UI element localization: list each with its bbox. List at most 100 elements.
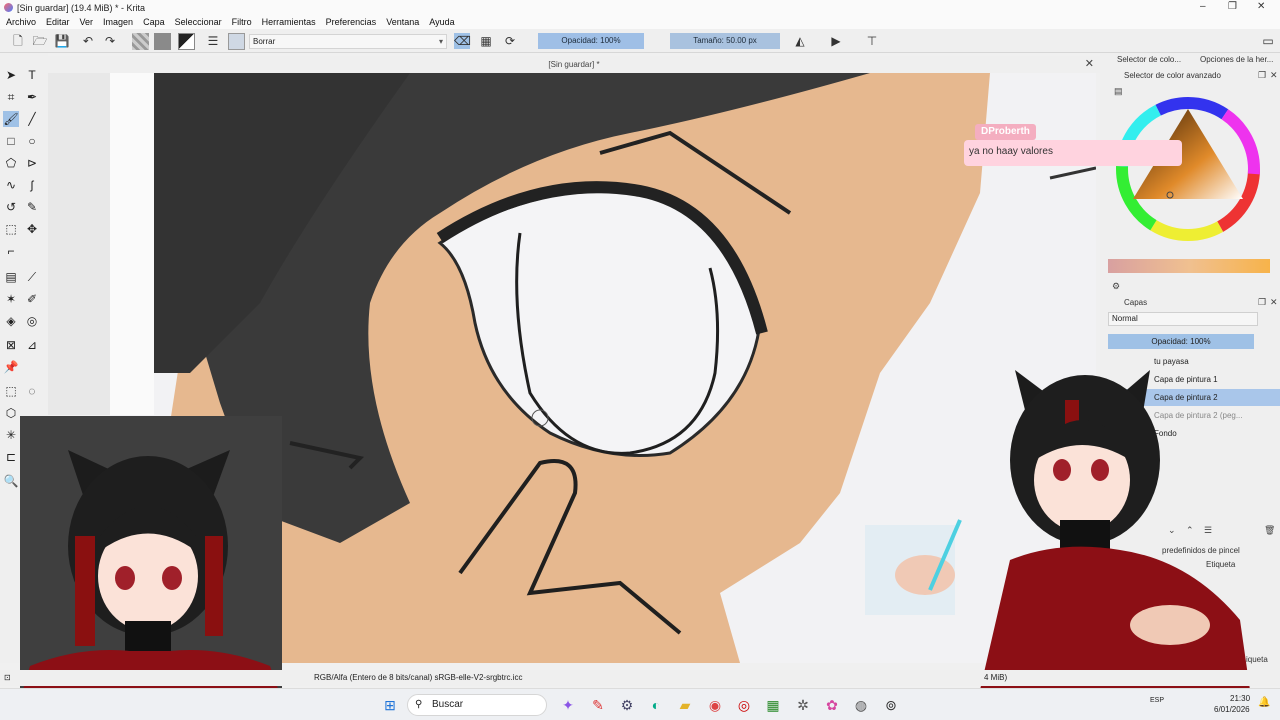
measure-tool-icon[interactable]: ⊿ [24, 337, 40, 353]
smart-patch-icon[interactable]: ✶ [3, 291, 19, 307]
layers-float-icon[interactable]: ❐ [1258, 297, 1266, 308]
fill-gradient-swatch[interactable] [132, 33, 149, 50]
edit-shapes-icon[interactable]: ⌗ [3, 89, 19, 105]
menu-ayuda[interactable]: Ayuda [429, 17, 454, 27]
menu-seleccionar[interactable]: Seleccionar [175, 17, 222, 27]
document-tab[interactable]: [Sin guardar] * ✕ [48, 56, 1100, 73]
color-history-settings-icon[interactable]: ⚙ [1112, 281, 1120, 292]
gradient-tool-icon[interactable]: ▤ [3, 269, 19, 285]
brush-settings-icon[interactable]: ☰ [205, 33, 221, 49]
blend-mode-select[interactable]: Normal [1108, 312, 1258, 326]
restore-icon[interactable]: ❐ [1228, 1, 1237, 12]
close-docker-icon[interactable]: ✕ [1270, 70, 1278, 81]
app-camera-icon[interactable]: ⊚ [882, 696, 900, 714]
taskbar-search[interactable]: ⚲ Buscar [407, 694, 547, 716]
notifications-icon[interactable]: 🔔 [1258, 697, 1270, 708]
save-icon[interactable]: 💾 [54, 33, 70, 49]
mirror-vertical-icon[interactable]: ▶ [828, 33, 844, 49]
bezier-tool-icon[interactable]: ∿ [3, 177, 19, 193]
app-record-icon[interactable]: ◍ [852, 696, 870, 714]
fill-tool-icon[interactable]: ◈ [3, 313, 19, 329]
app-settings-icon[interactable]: ⚙ [618, 696, 636, 714]
fg-bg-color-icon[interactable] [178, 33, 195, 50]
wrap-around-icon[interactable]: ⊤ [864, 33, 880, 49]
calligraphy-icon[interactable]: ✒ [24, 89, 40, 105]
polyline-tool-icon[interactable]: ⊳ [24, 155, 40, 171]
menu-ventana[interactable]: Ventana [386, 17, 419, 27]
clock-date[interactable]: 6/01/2026 [1214, 705, 1250, 714]
rectangle-tool-icon[interactable]: □ [3, 133, 19, 149]
zoom-tool-icon[interactable]: 🔍 [3, 473, 19, 489]
dynamic-brush-icon[interactable]: ↺ [3, 199, 19, 215]
menu-preferencias[interactable]: Preferencias [326, 17, 377, 27]
pattern-swatch[interactable] [154, 33, 171, 50]
chrome-icon[interactable]: ◉ [706, 696, 724, 714]
layers-close-icon[interactable]: ✕ [1270, 297, 1278, 308]
mirror-horizontal-icon[interactable]: ◭ [792, 33, 808, 49]
transform-tool-icon[interactable]: ⬚ [3, 221, 19, 237]
app-red-icon[interactable]: ✎ [589, 696, 607, 714]
windows-start-icon[interactable]: ⊞ [381, 696, 399, 714]
reload-preset-icon[interactable]: ⟳ [502, 33, 518, 49]
file-explorer-icon[interactable]: ▰ [676, 696, 694, 714]
menu-editar[interactable]: Editar [46, 17, 70, 27]
close-window-icon[interactable]: ✕ [1257, 1, 1265, 12]
polygon-tool-icon[interactable]: ⬠ [3, 155, 19, 171]
ellipse-select-icon[interactable]: ◌ [24, 383, 40, 399]
brush-preset-select[interactable]: Borrar [249, 34, 447, 49]
freehand-brush-icon[interactable]: 🖌 [3, 111, 19, 127]
edge-icon[interactable]: ◐ [647, 696, 665, 714]
colorize-mask-icon[interactable]: ✐ [24, 291, 40, 307]
krita-taskbar-icon[interactable]: ✿ [823, 696, 841, 714]
app-gear-icon[interactable]: ✲ [794, 696, 812, 714]
freehand-path-icon[interactable]: ʃ [24, 177, 40, 193]
menu-filtro[interactable]: Filtro [232, 17, 252, 27]
menu-imagen[interactable]: Imagen [103, 17, 133, 27]
polygon-select-icon[interactable]: ⬡ [3, 405, 19, 421]
enclose-fill-icon[interactable]: ◎ [24, 313, 40, 329]
clock-time[interactable]: 21:30 [1230, 694, 1250, 703]
open-folder-icon[interactable]: 🗁 [32, 33, 48, 49]
redo-icon[interactable]: ↷ [102, 33, 118, 49]
assistant-tool-icon[interactable]: ⊠ [3, 337, 19, 353]
delete-layer-icon[interactable]: 🗑 [1264, 525, 1275, 536]
move-tool-icon[interactable]: ✥ [24, 221, 40, 237]
menu-capa[interactable]: Capa [143, 17, 165, 27]
size-slider[interactable]: Tamaño: 50.00 px [670, 33, 780, 49]
spreadsheet-icon[interactable]: ▦ [764, 696, 782, 714]
menu-herramientas[interactable]: Herramientas [262, 17, 316, 27]
bezier-select-icon[interactable]: ⊏ [3, 449, 19, 465]
undo-icon[interactable]: ↶ [80, 33, 96, 49]
color-wheel[interactable] [1108, 89, 1274, 249]
new-document-icon[interactable]: 🗋 [10, 33, 26, 49]
opacity-slider[interactable]: Opacidad: 100% [538, 33, 644, 49]
windows-taskbar: ⊞ ⚲ Buscar ✦ ✎ ⚙ ◐ ▰ ◉ ◎ ▦ ✲ ✿ ◍ ⊚ ESP 2… [0, 688, 1280, 720]
layer-opacity-slider[interactable]: Opacidad: 100% [1108, 334, 1254, 349]
language-indicator[interactable]: ESP [1150, 697, 1164, 704]
tab-color-selector[interactable]: Selector de colo... [1117, 55, 1181, 64]
reference-tool-icon[interactable]: 📌 [3, 359, 19, 375]
magic-wand-icon[interactable]: ✳ [3, 427, 19, 443]
brush-preset-icon[interactable] [228, 33, 245, 50]
color-picker-icon[interactable]: ⟋ [24, 269, 40, 285]
alpha-lock-icon[interactable]: ▦ [478, 33, 494, 49]
multibrush-icon[interactable]: ✎ [24, 199, 40, 215]
select-shape-icon[interactable]: ➤ [3, 67, 19, 83]
rect-select-icon[interactable]: ⬚ [3, 383, 19, 399]
menu-ver[interactable]: Ver [80, 17, 94, 27]
ellipse-tool-icon[interactable]: ○ [24, 133, 40, 149]
eraser-mode-icon[interactable]: ⌫ [454, 33, 471, 49]
menu-archivo[interactable]: Archivo [6, 17, 36, 27]
line-tool-icon[interactable]: ╱ [24, 111, 40, 127]
text-tool-icon[interactable]: T [24, 67, 40, 83]
crop-tool-icon[interactable]: ⌐ [3, 243, 19, 259]
status-settings-icon[interactable]: ⊡ [4, 670, 11, 686]
close-document-icon[interactable]: ✕ [1085, 56, 1094, 73]
float-docker-icon[interactable]: ❐ [1258, 70, 1266, 81]
color-history-strip[interactable] [1108, 259, 1270, 273]
tab-tool-options[interactable]: Opciones de la her... [1200, 55, 1273, 64]
obs-icon[interactable]: ◎ [735, 696, 753, 714]
copilot-icon[interactable]: ✦ [559, 696, 577, 714]
minimize-icon[interactable]: – [1200, 1, 1206, 12]
workspace-icon[interactable]: ▭ [1260, 33, 1276, 49]
